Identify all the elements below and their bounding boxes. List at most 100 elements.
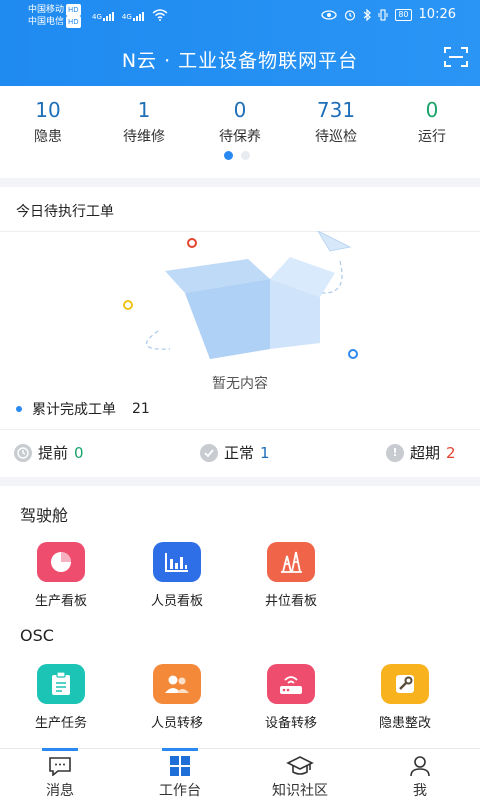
graduation-cap-icon — [286, 756, 314, 775]
completed-label: 累计完成工单 — [32, 402, 116, 418]
stat-label: 待巡检 — [315, 129, 357, 145]
app-label: 生产看板 — [34, 594, 87, 609]
wifi-icon — [152, 9, 168, 21]
stat-value: 10 — [35, 98, 61, 122]
app-production-task[interactable]: 生产任务 — [16, 664, 106, 731]
app-production-board[interactable]: 生产看板 — [16, 542, 106, 609]
completed-count: 21 — [132, 401, 150, 417]
hd-badge: HD — [66, 4, 81, 16]
tab-label: 知识社区 — [272, 783, 328, 799]
clock-icon — [14, 443, 32, 462]
tab-label: 消息 — [46, 783, 74, 799]
check-icon — [200, 443, 218, 462]
section-title: 今日待执行工单 — [16, 204, 114, 220]
tab-indicator — [42, 748, 78, 751]
page-indicator — [224, 151, 250, 160]
pie-chart-icon — [37, 542, 85, 582]
app-label: 设备转移 — [264, 716, 317, 731]
tab-messages[interactable]: 消息 — [0, 755, 120, 800]
empty-box-illustration — [123, 231, 358, 359]
osc-title: OSC — [20, 626, 54, 645]
eye-icon — [321, 9, 337, 20]
user-icon — [410, 756, 430, 777]
app-header: 中国移动 HD 中国电信 HD 4G 4G 80 10:26 N云 · 工业设备… — [0, 0, 480, 86]
app-well-board[interactable]: 井位看板 — [246, 542, 336, 609]
app-hazard-rectification[interactable]: 隐患整改 — [360, 664, 450, 731]
divider — [0, 429, 480, 430]
tab-workbench[interactable]: 工作台 — [120, 755, 240, 800]
early-tally[interactable]: 提前 0 — [14, 442, 84, 463]
vibrate-icon — [378, 8, 388, 21]
scan-icon[interactable] — [444, 47, 468, 67]
empty-text: 暂无内容 — [212, 376, 268, 392]
today-orders-card: 今日待执行工单 暂无内容 累计完成工单 21 提前 0 正常 1 ! 超期 2 — [0, 187, 480, 477]
tab-indicator — [162, 748, 198, 751]
stat-pending-maintenance[interactable]: 0 待保养 — [192, 98, 288, 146]
page-dot-active — [224, 151, 233, 160]
stat-label: 待保养 — [219, 129, 261, 145]
carrier-2: 中国电信 — [28, 17, 65, 27]
stat-value: 731 — [316, 98, 356, 122]
clipboard-icon — [37, 664, 85, 704]
stat-pending-repair[interactable]: 1 待维修 — [96, 98, 192, 146]
app-label: 生产任务 — [34, 716, 87, 731]
stat-running[interactable]: 0 运行 — [384, 98, 480, 146]
signal-icon — [132, 12, 144, 21]
normal-tally[interactable]: 正常 1 — [200, 442, 270, 463]
stat-label: 运行 — [418, 129, 446, 145]
bullet-dot — [16, 406, 22, 412]
stat-label: 隐患 — [34, 129, 62, 145]
message-icon — [49, 757, 71, 776]
app-staff-transfer[interactable]: 人员转移 — [132, 664, 222, 731]
stat-hazard[interactable]: 10 隐患 — [0, 98, 96, 146]
exclamation-icon: ! — [386, 443, 404, 462]
alarm-icon — [345, 9, 356, 21]
app-label: 井位看板 — [264, 594, 317, 609]
normal-count: 1 — [260, 443, 270, 462]
app-label: 人员看板 — [150, 594, 203, 609]
battery-icon: 80 — [395, 8, 412, 21]
early-label: 提前 — [38, 444, 69, 462]
tab-knowledge[interactable]: 知识社区 — [240, 755, 360, 800]
overdue-label: 超期 — [410, 444, 441, 462]
app-equipment-transfer[interactable]: 设备转移 — [246, 664, 336, 731]
cockpit-title: 驾驶舱 — [20, 506, 69, 525]
app-staff-board[interactable]: 人员看板 — [132, 542, 222, 609]
hd-badge: HD — [66, 16, 81, 28]
stats-panel: 10 隐患 1 待维修 0 待保养 731 待巡检 0 运行 — [0, 86, 480, 178]
app-label: 人员转移 — [150, 716, 203, 731]
network-type-1: 4G — [92, 13, 102, 21]
apps-card: 驾驶舱 生产看板 人员看板 井位看板 OSC 生产任务 人员转移 设备转移 隐患… — [0, 486, 480, 748]
network-type-2: 4G — [121, 13, 132, 21]
carrier-1: 中国移动 — [28, 5, 65, 15]
bottom-tab-bar: 消息 工作台 知识社区 我 — [0, 748, 480, 800]
bar-chart-icon — [153, 542, 201, 582]
clock: 10:26 — [418, 7, 456, 22]
tab-label: 我 — [413, 783, 427, 799]
page-title: N云 · 工业设备物联网平台 — [121, 50, 359, 72]
completed-orders: 累计完成工单 21 — [16, 399, 150, 419]
page-dot — [241, 151, 250, 160]
signal-icon — [102, 12, 114, 21]
carrier-info: 中国移动 HD 中国电信 HD — [28, 4, 81, 28]
normal-label: 正常 — [224, 444, 255, 462]
stat-label: 待维修 — [123, 129, 165, 145]
stat-value: 1 — [137, 98, 151, 122]
tab-me[interactable]: 我 — [360, 755, 480, 800]
grid-icon — [170, 756, 190, 776]
overdue-count: 2 — [446, 443, 456, 462]
people-icon — [153, 664, 201, 704]
stat-value: 0 — [425, 98, 439, 122]
wrench-icon — [381, 664, 429, 704]
tab-label: 工作台 — [159, 783, 201, 799]
stat-value: 0 — [233, 98, 247, 122]
app-label: 隐患整改 — [378, 716, 431, 731]
signal-indicators: 4G 4G — [92, 9, 168, 21]
overdue-tally[interactable]: ! 超期 2 — [386, 442, 456, 463]
router-icon — [267, 664, 315, 704]
stat-pending-inspection[interactable]: 731 待巡检 — [288, 98, 384, 146]
status-bar: 中国移动 HD 中国电信 HD 4G 4G 80 10:26 — [0, 0, 480, 32]
bluetooth-icon — [363, 8, 372, 21]
oil-rig-icon — [267, 542, 315, 582]
early-count: 0 — [74, 443, 84, 462]
